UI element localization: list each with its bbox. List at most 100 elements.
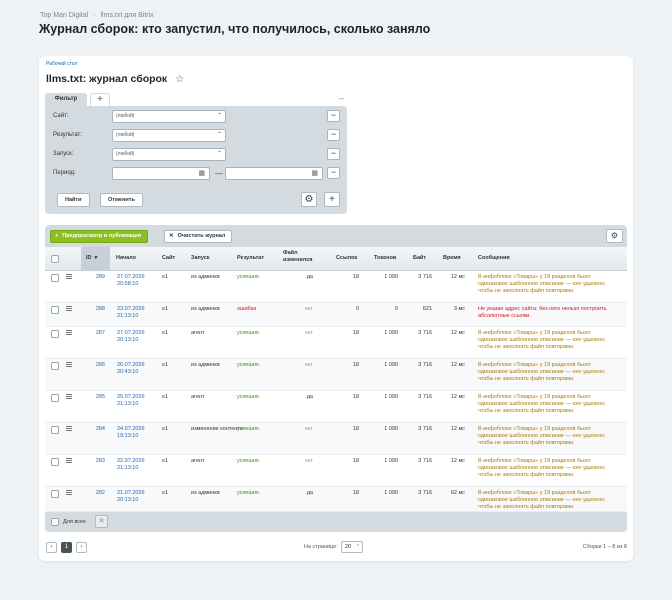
column-result[interactable]: Результат bbox=[237, 255, 264, 262]
row-menu-icon[interactable] bbox=[66, 426, 72, 431]
row-menu-icon[interactable] bbox=[66, 362, 72, 367]
calendar-icon[interactable]: ▦ bbox=[198, 169, 205, 177]
site-select[interactable]: (любой) ⌃ bbox=[112, 110, 226, 123]
row-start-time[interactable]: 20:13:10 bbox=[117, 497, 138, 504]
sort-desc-icon: ▾ bbox=[94, 255, 98, 261]
period-to-input[interactable]: ▦ bbox=[225, 167, 323, 180]
column-launch[interactable]: Запуск bbox=[191, 255, 210, 262]
row-start-date[interactable]: 27.07.2026 bbox=[117, 274, 145, 281]
per-page-select[interactable]: 20 ⌃ bbox=[341, 541, 363, 553]
row-file-changed: да bbox=[306, 274, 313, 280]
column-file-changed[interactable]: Файл изменился bbox=[283, 250, 319, 264]
table-row[interactable]: 285 25.07.2026 21:13:10 s1 агент успешно да 18 1… bbox=[45, 391, 627, 423]
page-1-button[interactable]: 1 bbox=[61, 542, 72, 553]
row-checkbox[interactable] bbox=[51, 426, 59, 434]
row-start-date[interactable]: 24.07.2026 bbox=[117, 426, 145, 433]
row-start-time[interactable]: 20:13:10 bbox=[117, 337, 138, 344]
row-id[interactable]: 286 bbox=[81, 362, 105, 369]
row-id[interactable]: 285 bbox=[81, 394, 105, 401]
remove-field-button[interactable]: − bbox=[327, 148, 340, 160]
row-menu-icon[interactable] bbox=[66, 306, 72, 311]
row-checkbox[interactable] bbox=[51, 362, 59, 370]
column-bytes[interactable]: Байт bbox=[413, 255, 426, 262]
row-start-time[interactable]: 21:13:10 bbox=[117, 465, 138, 472]
collapse-filter-icon[interactable]: – bbox=[339, 93, 344, 103]
table-row[interactable]: 284 24.07.2026 19:13:10 s1 изменение контент… bbox=[45, 423, 627, 455]
row-checkbox[interactable] bbox=[51, 274, 59, 282]
table-row[interactable]: 287 27.07.2026 20:13:10 s1 агент успешно нет 18… bbox=[45, 327, 627, 359]
row-start-time[interactable]: 21:13:10 bbox=[117, 313, 138, 320]
filter-tab[interactable]: Фильтр bbox=[45, 93, 87, 106]
row-checkbox[interactable] bbox=[51, 306, 59, 314]
row-id[interactable]: 288 bbox=[81, 306, 105, 313]
calendar-icon[interactable]: ▦ bbox=[311, 169, 318, 177]
table-row[interactable]: 283 22.07.2026 21:13:10 s1 агент успешно нет 18… bbox=[45, 455, 627, 487]
table-row[interactable]: 288 23.07.2026 21:13:10 s1 из админки ошибка н… bbox=[45, 303, 627, 327]
row-checkbox[interactable] bbox=[51, 330, 59, 338]
remove-field-button[interactable]: − bbox=[327, 129, 340, 141]
row-start-date[interactable]: 22.07.2026 bbox=[117, 458, 145, 465]
row-start-time[interactable]: 19:13:10 bbox=[117, 433, 138, 440]
add-filter-tab-button[interactable]: + bbox=[90, 93, 110, 106]
launch-select[interactable]: (любой) ⌃ bbox=[112, 148, 226, 161]
column-links[interactable]: Ссылок bbox=[336, 255, 357, 262]
column-time[interactable]: Время bbox=[443, 255, 461, 262]
row-start-time[interactable]: 21:13:10 bbox=[117, 401, 138, 408]
plus-icon: + bbox=[55, 233, 59, 239]
table-row[interactable]: 286 26.07.2026 20:43:10 s1 из админки успешно… bbox=[45, 359, 627, 391]
table-row[interactable]: 289 27.07.2026 20:58:10 s1 из админки успешно… bbox=[45, 271, 627, 303]
breadcrumb-item[interactable]: llms.txt для Bitrix bbox=[101, 12, 154, 19]
period-from-input[interactable]: ▦ bbox=[112, 167, 210, 180]
row-id[interactable]: 282 bbox=[81, 490, 105, 497]
breadcrumb: Top Man Digital · llms.txt для Bitrix bbox=[40, 12, 154, 19]
row-id[interactable]: 283 bbox=[81, 458, 105, 465]
next-page-button[interactable]: › bbox=[76, 542, 87, 553]
column-tokens[interactable]: Токенов bbox=[374, 255, 396, 262]
row-start-date[interactable]: 23.07.2026 bbox=[117, 306, 145, 313]
row-start-date[interactable]: 27.07.2026 bbox=[117, 330, 145, 337]
row-menu-icon[interactable] bbox=[66, 394, 72, 399]
row-id[interactable]: 289 bbox=[81, 274, 105, 281]
grid-settings-gear-icon[interactable]: ⚙ bbox=[606, 229, 623, 243]
row-tokens: 1 090 bbox=[384, 426, 398, 432]
row-start-time[interactable]: 20:58:10 bbox=[117, 281, 138, 288]
find-button[interactable]: Найти bbox=[57, 193, 90, 207]
row-menu-icon[interactable] bbox=[66, 330, 72, 335]
column-start[interactable]: Начало bbox=[116, 255, 136, 262]
breadcrumb-item[interactable]: Top Man Digital bbox=[40, 12, 88, 19]
for-all-checkbox[interactable] bbox=[51, 518, 59, 526]
column-site[interactable]: Сайт bbox=[162, 255, 175, 262]
column-id[interactable]: ID ▾ bbox=[81, 247, 110, 270]
gear-icon[interactable]: ⚙ bbox=[301, 192, 317, 207]
select-all-checkbox[interactable] bbox=[51, 255, 59, 263]
remove-field-button[interactable]: − bbox=[327, 167, 340, 179]
row-start-date[interactable]: 21.07.2026 bbox=[117, 490, 145, 497]
delete-selected-button[interactable]: ✕ bbox=[95, 515, 108, 528]
row-menu-icon[interactable] bbox=[66, 274, 72, 279]
star-icon[interactable]: ☆ bbox=[175, 74, 184, 85]
select-caret-icon: ⌃ bbox=[216, 113, 222, 119]
add-field-button[interactable]: + bbox=[324, 192, 340, 207]
prev-page-button[interactable]: ‹ bbox=[46, 542, 57, 553]
row-start-date[interactable]: 25.07.2026 bbox=[117, 394, 145, 401]
row-menu-icon[interactable] bbox=[66, 490, 72, 495]
grid-header: ID ▾ Начало Сайт Запуск Результат Файл из… bbox=[45, 247, 627, 271]
row-id[interactable]: 287 bbox=[81, 330, 105, 337]
row-id[interactable]: 284 bbox=[81, 426, 105, 433]
row-checkbox[interactable] bbox=[51, 490, 59, 498]
row-start-time[interactable]: 20:43:10 bbox=[117, 369, 138, 376]
desktop-link[interactable]: Рабочий стол bbox=[46, 61, 77, 67]
row-start-date[interactable]: 26.07.2026 bbox=[117, 362, 145, 369]
row-result: успешно bbox=[237, 426, 259, 432]
result-select[interactable]: (любой) ⌃ bbox=[112, 129, 226, 142]
table-row[interactable]: 282 21.07.2026 20:13:10 s1 из админки успешно… bbox=[45, 487, 627, 512]
remove-field-button[interactable]: − bbox=[327, 110, 340, 122]
row-checkbox[interactable] bbox=[51, 394, 59, 402]
cancel-button[interactable]: Отменить bbox=[100, 193, 143, 207]
row-tokens: 1 090 bbox=[384, 394, 398, 400]
row-menu-icon[interactable] bbox=[66, 458, 72, 463]
row-checkbox[interactable] bbox=[51, 458, 59, 466]
preview-publish-button[interactable]: + Предпросмотр и публикация bbox=[50, 230, 149, 243]
column-messages[interactable]: Сообщения bbox=[478, 255, 510, 262]
clear-log-button[interactable]: ✕ Очистить журнал bbox=[164, 230, 233, 243]
